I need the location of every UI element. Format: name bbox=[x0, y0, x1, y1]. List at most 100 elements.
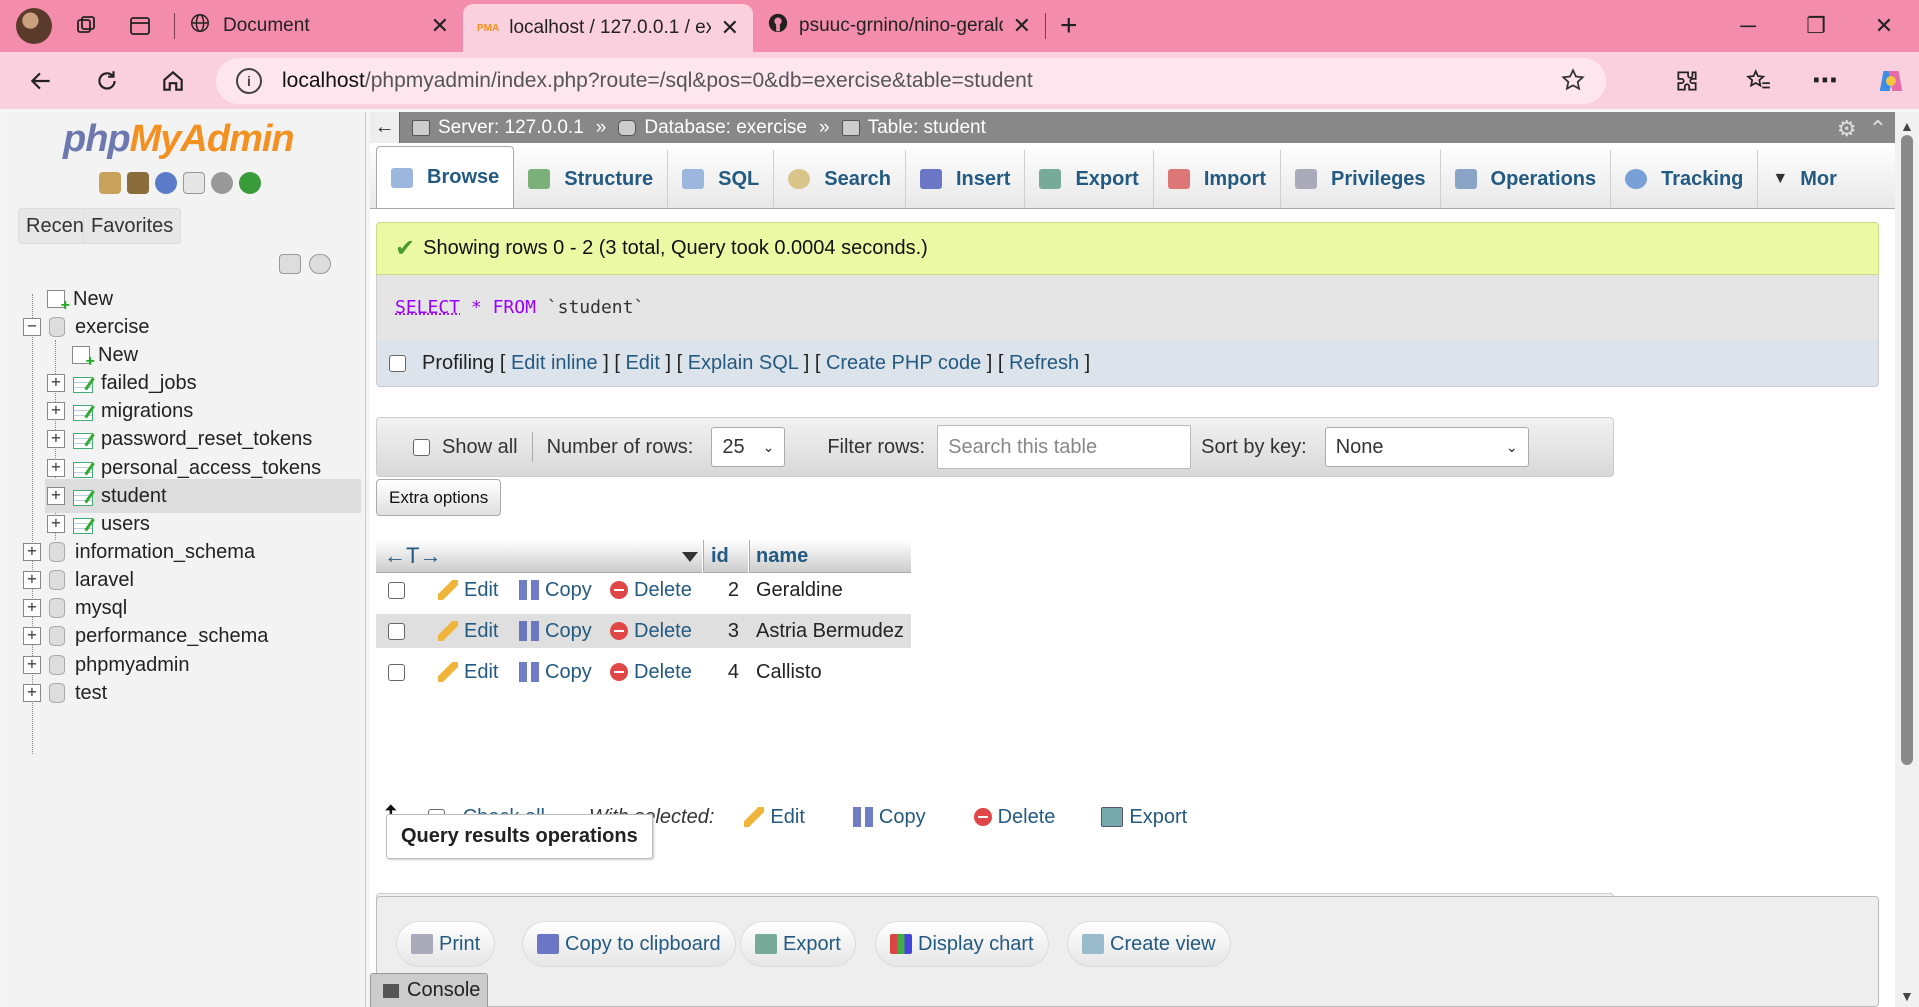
expand-icon[interactable]: + bbox=[47, 515, 65, 533]
row-delete-link[interactable]: Delete bbox=[610, 661, 692, 684]
edit-inline-link[interactable]: Edit inline bbox=[511, 352, 598, 374]
collections-icon[interactable] bbox=[66, 6, 106, 46]
logout-icon[interactable] bbox=[127, 172, 149, 194]
scrollbar-thumb[interactable] bbox=[1901, 135, 1913, 765]
close-tab-icon[interactable]: ✕ bbox=[1013, 13, 1031, 39]
back-icon[interactable] bbox=[18, 58, 64, 104]
close-tab-icon[interactable]: ✕ bbox=[721, 15, 739, 41]
row-checkbox[interactable] bbox=[388, 663, 405, 681]
tab-actions-icon[interactable] bbox=[120, 6, 160, 46]
tab-import[interactable]: Import bbox=[1154, 150, 1282, 208]
breadcrumb-table[interactable]: Table: student bbox=[841, 117, 986, 139]
show-all-checkbox[interactable] bbox=[413, 438, 430, 456]
tree-item-test[interactable]: + test bbox=[23, 676, 107, 710]
documentation-icon[interactable] bbox=[183, 172, 205, 194]
tab-more[interactable]: ▼ Mor bbox=[1758, 150, 1851, 208]
cell-id[interactable]: 3 bbox=[711, 620, 739, 643]
collapse-icon[interactable]: − bbox=[23, 318, 41, 336]
tab-tracking[interactable]: Tracking bbox=[1611, 150, 1759, 208]
explain-sql-link[interactable]: Explain SQL bbox=[688, 352, 798, 374]
close-window-icon[interactable]: ✕ bbox=[1854, 0, 1914, 52]
row-delete-link[interactable]: Delete bbox=[610, 579, 692, 602]
settings-icon[interactable] bbox=[211, 172, 233, 194]
scroll-down-icon[interactable]: ▼ bbox=[1900, 988, 1914, 1004]
site-info-icon[interactable]: i bbox=[236, 68, 262, 94]
cell-name[interactable]: Callisto bbox=[756, 661, 822, 684]
home-icon[interactable] bbox=[99, 172, 121, 194]
column-header-id[interactable]: id bbox=[711, 545, 729, 568]
console-toggle[interactable]: Console bbox=[370, 973, 488, 1007]
display-chart-button[interactable]: Display chart bbox=[875, 921, 1049, 967]
expand-icon[interactable]: + bbox=[23, 656, 41, 674]
copy-to-clipboard-button[interactable]: Copy to clipboard bbox=[522, 921, 736, 967]
reload-navigation-icon[interactable] bbox=[239, 172, 261, 194]
expand-icon[interactable]: + bbox=[47, 374, 65, 392]
column-header-name[interactable]: name bbox=[756, 545, 808, 568]
expand-icon[interactable]: + bbox=[47, 430, 65, 448]
tab-privileges[interactable]: Privileges bbox=[1281, 150, 1441, 208]
collapse-navigation-icon[interactable]: ← bbox=[370, 112, 400, 143]
sort-by-key-select[interactable]: None ⌄ bbox=[1324, 427, 1529, 467]
help-icon[interactable] bbox=[155, 172, 177, 194]
tab-insert[interactable]: Insert bbox=[906, 150, 1026, 208]
breadcrumb-database[interactable]: Database: exercise bbox=[618, 117, 807, 139]
url-bar[interactable]: i localhost/phpmyadmin/index.php?route=/… bbox=[216, 58, 1606, 104]
new-tab-icon[interactable]: + bbox=[1060, 9, 1078, 43]
extensions-icon[interactable] bbox=[1662, 52, 1712, 109]
expand-icon[interactable]: + bbox=[23, 599, 41, 617]
scroll-up-icon[interactable]: ▲ bbox=[1900, 118, 1914, 134]
cell-id[interactable]: 4 bbox=[711, 661, 739, 684]
row-checkbox[interactable] bbox=[388, 622, 405, 640]
expand-icon[interactable]: + bbox=[23, 627, 41, 645]
collapse-all-icon[interactable] bbox=[279, 254, 301, 274]
refresh-link[interactable]: Refresh bbox=[1009, 352, 1079, 374]
edit-link[interactable]: Edit bbox=[625, 352, 659, 374]
row-edit-link[interactable]: Edit bbox=[438, 620, 498, 643]
bulk-copy-button[interactable]: Copy bbox=[852, 806, 926, 829]
row-checkbox[interactable] bbox=[388, 581, 405, 599]
settings-gear-icon[interactable]: ⚙ bbox=[1837, 116, 1857, 142]
restore-icon[interactable]: ❐ bbox=[1786, 0, 1846, 52]
export-button[interactable]: Export bbox=[740, 921, 856, 967]
browser-tab-document[interactable]: Document ✕ bbox=[175, 4, 463, 48]
favorites-icon[interactable] bbox=[1734, 52, 1784, 109]
favorite-star-icon[interactable] bbox=[1560, 67, 1586, 99]
profiling-checkbox[interactable] bbox=[389, 355, 406, 372]
bulk-delete-button[interactable]: Delete bbox=[973, 806, 1055, 829]
column-arrows-icon[interactable]: ←T→ bbox=[384, 543, 441, 569]
breadcrumb-server[interactable]: Server: 127.0.0.1 bbox=[412, 117, 584, 139]
phpmyadmin-logo[interactable]: phpMyAdmin bbox=[63, 118, 295, 161]
filter-rows-input[interactable]: Search this table bbox=[937, 425, 1192, 469]
expand-icon[interactable]: + bbox=[47, 459, 65, 477]
sql-keyword-select[interactable]: SELECT bbox=[395, 297, 460, 318]
row-edit-link[interactable]: Edit bbox=[438, 579, 498, 602]
row-copy-link[interactable]: Copy bbox=[519, 661, 592, 684]
bulk-edit-button[interactable]: Edit bbox=[744, 806, 805, 829]
create-view-button[interactable]: Create view bbox=[1067, 921, 1231, 967]
print-button[interactable]: Print bbox=[396, 921, 496, 967]
expand-icon[interactable]: + bbox=[23, 684, 41, 702]
row-copy-link[interactable]: Copy bbox=[519, 579, 592, 602]
tab-search[interactable]: Search bbox=[774, 150, 906, 208]
row-delete-link[interactable]: Delete bbox=[610, 620, 692, 643]
expand-icon[interactable]: + bbox=[47, 487, 65, 505]
cell-id[interactable]: 2 bbox=[711, 579, 739, 602]
number-of-rows-select[interactable]: 25 ⌄ bbox=[711, 427, 786, 467]
reload-icon[interactable] bbox=[84, 58, 130, 104]
cell-name[interactable]: Astria Bermudez bbox=[756, 620, 904, 643]
create-php-code-link[interactable]: Create PHP code bbox=[826, 352, 981, 374]
tab-sql[interactable]: SQL bbox=[668, 150, 775, 208]
tab-structure[interactable]: Structure bbox=[514, 150, 669, 208]
expand-icon[interactable]: + bbox=[23, 571, 41, 589]
cell-name[interactable]: Geraldine bbox=[756, 579, 843, 602]
extra-options-button[interactable]: Extra options bbox=[376, 479, 502, 516]
profile-avatar[interactable] bbox=[16, 8, 52, 44]
tab-operations[interactable]: Operations bbox=[1441, 150, 1612, 208]
row-copy-link[interactable]: Copy bbox=[519, 620, 592, 643]
expand-icon[interactable]: + bbox=[47, 402, 65, 420]
home-icon[interactable] bbox=[150, 58, 196, 104]
link-with-main-panel-icon[interactable] bbox=[309, 254, 331, 274]
row-edit-link[interactable]: Edit bbox=[438, 661, 498, 684]
sort-caret-icon[interactable] bbox=[682, 552, 698, 562]
browser-tab-github[interactable]: psuuc-grnino/nino-geraldine-web ✕ bbox=[753, 4, 1045, 48]
